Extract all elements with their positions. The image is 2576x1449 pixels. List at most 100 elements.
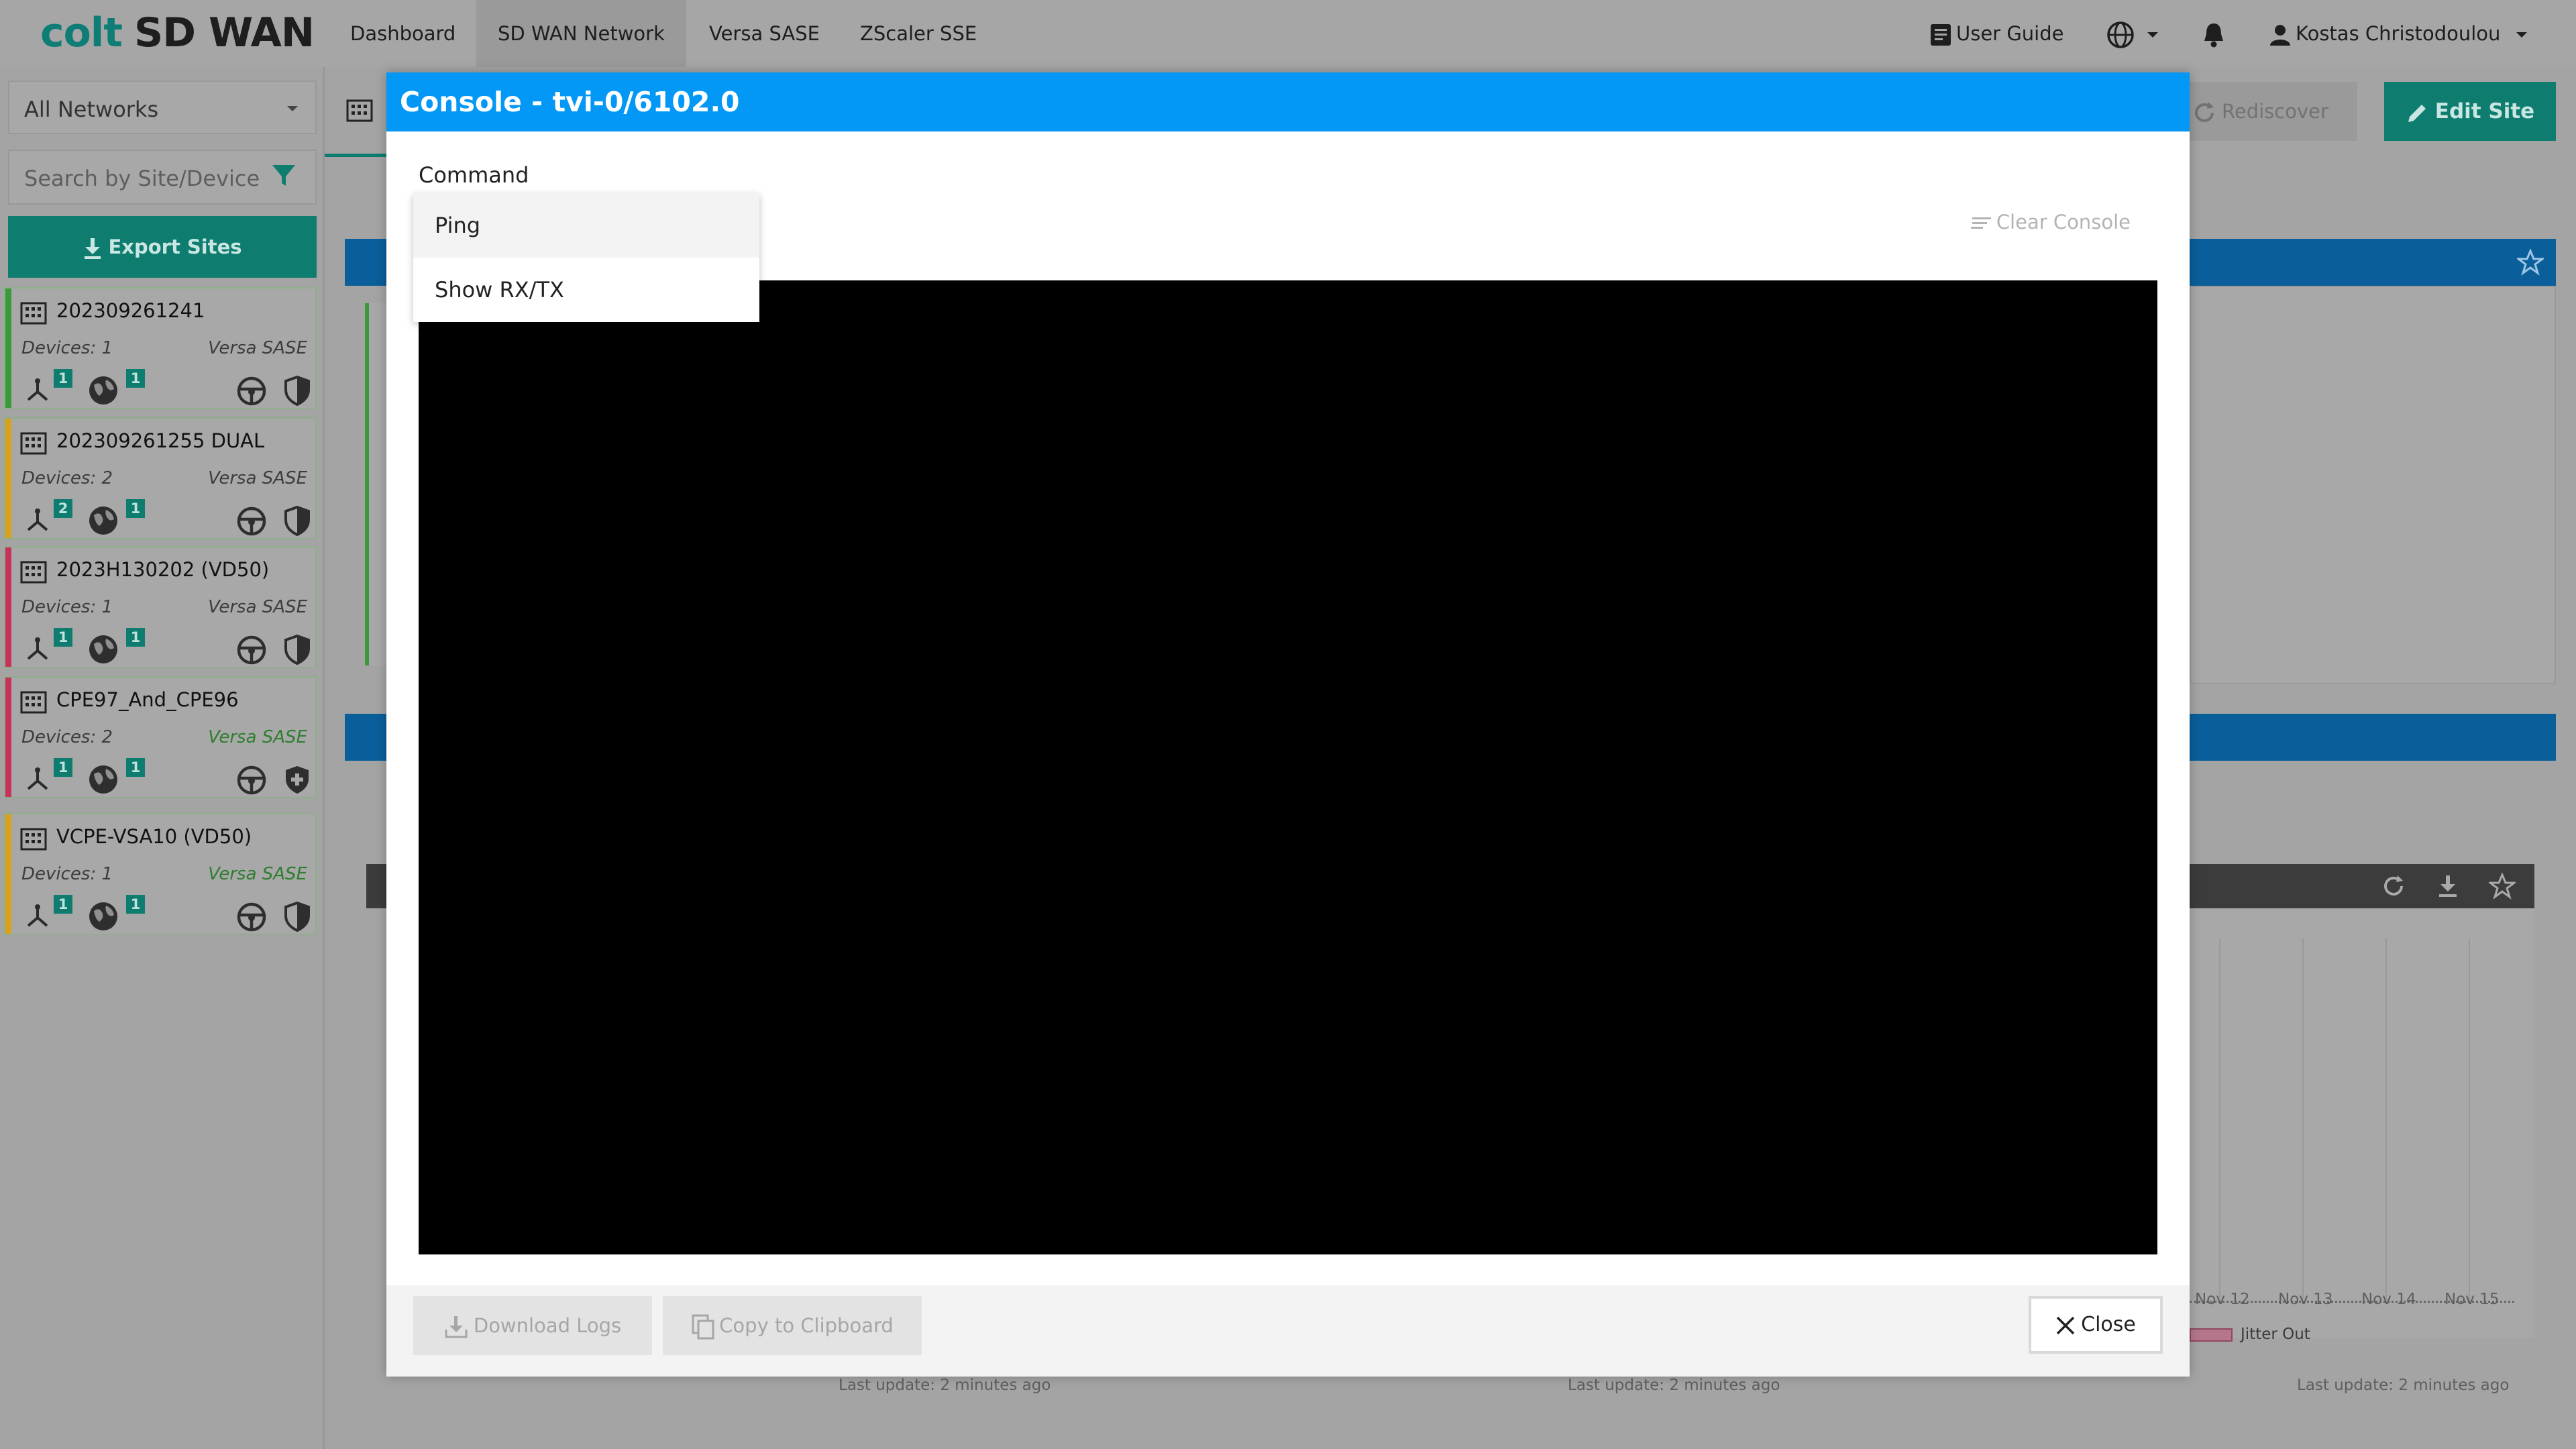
edit-site-label: Edit Site — [2434, 99, 2535, 123]
building-icon — [20, 828, 47, 851]
user-guide-link[interactable]: User Guide — [1929, 0, 2063, 67]
site-devices: Devices: 2 — [21, 727, 113, 747]
site-card[interactable]: 202309261241 Devices: 1 Versa SASE 1 1 — [4, 287, 317, 409]
device-count-badge: 1 — [54, 895, 72, 914]
bg-dark-bar-left — [366, 864, 386, 908]
site-name: 202309261241 — [56, 299, 205, 322]
notifications-button[interactable] — [2202, 0, 2226, 67]
app-logo[interactable]: colt SD WAN — [40, 9, 315, 56]
network-topology-icon — [27, 767, 48, 790]
clear-console-label: Clear Console — [1996, 211, 2131, 233]
x-tick-label: Nov 14 — [2361, 1291, 2416, 1308]
command-dropdown-menu: Ping Show RX/TX — [413, 193, 759, 322]
console-output[interactable] — [419, 280, 2157, 1254]
caret-down-icon — [287, 106, 298, 111]
steering-wheel-icon — [237, 765, 266, 795]
legend-jitter-out: Jitter Out — [2241, 1326, 2310, 1343]
site-search-input[interactable]: Search by Site/Device — [8, 150, 317, 205]
site-devices: Devices: 1 — [21, 597, 113, 617]
nav-sd-wan-network[interactable]: SD WAN Network — [476, 0, 686, 67]
filter-icon[interactable] — [271, 163, 297, 189]
console-modal: Console - tvi-0/6102.0 Command Clear Con… — [386, 72, 2190, 1377]
user-guide-label: User Guide — [1956, 22, 2064, 45]
nav-versa-sase[interactable]: Versa SASE — [688, 0, 841, 67]
star-icon[interactable] — [2489, 873, 2516, 900]
site-vendor: Versa SASE — [208, 338, 307, 358]
site-vendor: Versa SASE — [208, 597, 307, 617]
download-icon[interactable] — [2436, 874, 2459, 898]
close-button[interactable]: Close — [2029, 1296, 2163, 1354]
shield-plus-icon — [286, 766, 309, 794]
edit-site-button[interactable]: Edit Site — [2384, 82, 2556, 141]
nav-dashboard[interactable]: Dashboard — [329, 0, 477, 67]
x-tick-label: Nov 12 — [2195, 1291, 2250, 1308]
bell-icon — [2204, 23, 2223, 48]
logo-colt: colt — [40, 9, 123, 56]
bg-panel-header-right — [2190, 239, 2556, 286]
close-icon — [2056, 1316, 2075, 1334]
status-stripe — [5, 288, 11, 408]
bg-chart-toolbar — [2190, 864, 2534, 908]
bg-panel-left — [365, 303, 386, 665]
building-icon — [20, 302, 47, 325]
site-name: CPE97_And_CPE96 — [56, 688, 239, 711]
site-card[interactable]: CPE97_And_CPE96 Devices: 2 Versa SASE 1 … — [4, 676, 317, 798]
last-update-3: Last update: 2 minutes ago — [2297, 1377, 2510, 1394]
copy-clipboard-button[interactable]: Copy to Clipboard — [663, 1296, 922, 1355]
download-logs-button[interactable]: Download Logs — [413, 1296, 652, 1355]
export-sites-button[interactable]: Export Sites — [8, 216, 317, 278]
copy-icon — [692, 1314, 714, 1340]
status-stripe — [5, 814, 11, 934]
site-card[interactable]: VCPE-VSA10 (VD50) Devices: 1 Versa SASE … — [4, 813, 317, 935]
site-icons: 2 1 — [20, 498, 315, 536]
building-icon — [20, 432, 47, 455]
network-topology-icon — [27, 508, 48, 531]
user-name: Kostas Christodoulou — [2296, 22, 2501, 45]
site-card[interactable]: 202309261255 DUAL Devices: 2 Versa SASE … — [4, 417, 317, 539]
site-icons: 1 1 — [20, 627, 315, 665]
globe-icon — [89, 506, 117, 535]
status-stripe — [5, 678, 11, 797]
bg-chart-area: Nov 12 Nov 13 Nov 14 Nov 15 Jitter Out — [2190, 908, 2534, 1343]
steering-wheel-icon — [237, 635, 266, 665]
rediscover-button[interactable]: Rediscover — [2190, 82, 2357, 141]
steering-wheel-icon — [237, 902, 266, 932]
network-select-value: All Networks — [24, 97, 159, 122]
rediscover-label: Rediscover — [2222, 100, 2328, 123]
site-icons: 1 1 — [20, 894, 315, 932]
command-option-ping[interactable]: Ping — [413, 193, 759, 258]
command-label: Command — [419, 162, 529, 188]
command-option-show-rx-tx[interactable]: Show RX/TX — [413, 258, 759, 322]
user-menu[interactable]: Kostas Christodoulou — [2269, 0, 2528, 67]
modal-footer: Download Logs Copy to Clipboard Close — [386, 1285, 2190, 1377]
shield-icon — [284, 634, 310, 665]
x-tick-label: Nov 15 — [2445, 1291, 2500, 1308]
site-name: 2023H130202 (VD50) — [56, 558, 270, 581]
clear-console-button[interactable]: Clear Console — [1970, 211, 2131, 233]
book-icon — [1931, 24, 1951, 46]
export-sites-label: Export Sites — [108, 235, 242, 258]
shield-icon — [284, 901, 310, 932]
internet-count-badge: 1 — [126, 758, 145, 777]
bg-site-tab — [325, 67, 386, 157]
globe-icon — [89, 635, 117, 663]
copy-clipboard-label: Copy to Clipboard — [719, 1314, 894, 1337]
x-tick-label: Nov 13 — [2278, 1291, 2333, 1308]
download-logs-label: Download Logs — [473, 1314, 622, 1337]
star-icon[interactable] — [2517, 249, 2544, 276]
last-update-2: Last update: 2 minutes ago — [1568, 1377, 1780, 1394]
bg-panel-header-right-2 — [2190, 714, 2556, 761]
network-select[interactable]: All Networks — [8, 80, 317, 134]
language-selector[interactable] — [2106, 0, 2159, 67]
internet-count-badge: 1 — [126, 895, 145, 914]
refresh-icon[interactable] — [2381, 874, 2406, 898]
site-card[interactable]: 2023H130202 (VD50) Devices: 1 Versa SASE… — [4, 546, 317, 668]
steering-wheel-icon — [237, 376, 266, 406]
nav-zscaler-sse[interactable]: ZScaler SSE — [839, 0, 998, 67]
site-name: VCPE-VSA10 (VD50) — [56, 825, 252, 848]
status-stripe — [5, 419, 11, 538]
site-vendor: Versa SASE — [208, 727, 307, 747]
site-devices: Devices: 1 — [21, 864, 113, 884]
network-topology-icon — [27, 637, 48, 660]
globe-icon — [89, 765, 117, 794]
